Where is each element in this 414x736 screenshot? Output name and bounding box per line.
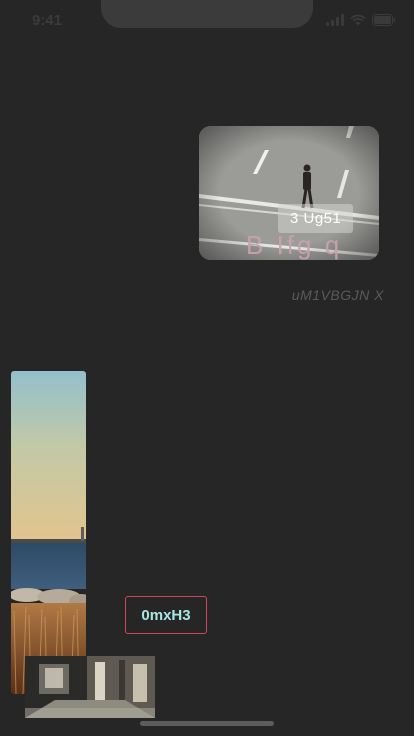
wifi-icon bbox=[350, 14, 366, 26]
signal-icon bbox=[326, 14, 344, 26]
photo-card[interactable]: 3 Ug51 B Ifg q bbox=[199, 126, 379, 260]
status-time: 9:41 bbox=[32, 12, 63, 29]
card-badge: 3 Ug51 bbox=[278, 204, 354, 233]
subway-interior-image bbox=[25, 656, 155, 718]
italic-label: uM1VBGJN X bbox=[291, 287, 384, 303]
home-indicator[interactable] bbox=[140, 721, 274, 726]
status-icons bbox=[326, 14, 396, 26]
notch bbox=[101, 0, 313, 28]
card-caption: B Ifg q bbox=[246, 230, 343, 260]
chip-button[interactable]: 0mxH3 bbox=[125, 596, 207, 634]
battery-icon bbox=[372, 14, 396, 26]
coastal-photo[interactable] bbox=[11, 371, 86, 694]
subway-photo[interactable] bbox=[25, 656, 155, 718]
seaside-grass-image bbox=[11, 371, 86, 694]
